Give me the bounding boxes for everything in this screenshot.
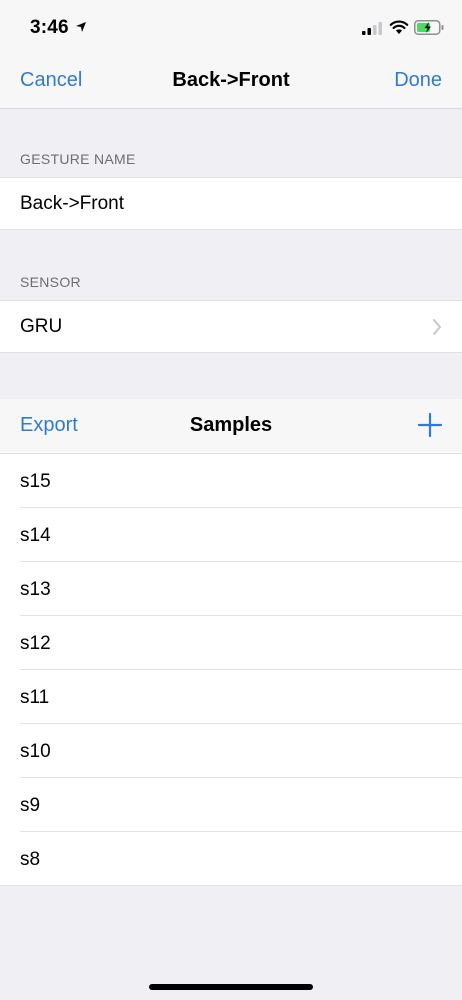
done-button[interactable]: Done	[394, 69, 442, 92]
samples-list: s15 s14 s13 s12 s11 s10 s9 s8	[0, 454, 462, 886]
sample-row[interactable]: s14	[0, 508, 462, 562]
sample-row[interactable]: s8	[0, 832, 462, 886]
sample-row[interactable]: s10	[0, 724, 462, 778]
sample-row[interactable]: s15	[0, 454, 462, 508]
sample-row[interactable]: s13	[0, 562, 462, 616]
sensor-cell[interactable]: GRU	[0, 300, 462, 353]
location-arrow-icon	[76, 22, 86, 32]
sample-label: s11	[20, 687, 50, 708]
gesture-name-cell[interactable]: Back->Front	[0, 177, 462, 230]
sample-row[interactable]: s11	[0, 670, 462, 724]
gesture-name-header: GESTURE NAME	[20, 151, 136, 167]
sensor-header: SENSOR	[20, 274, 81, 290]
sample-label: s8	[20, 849, 41, 870]
cancel-button[interactable]: Cancel	[20, 69, 82, 92]
sample-label: s13	[20, 579, 51, 600]
sample-label: s10	[20, 741, 51, 762]
add-sample-button[interactable]	[416, 411, 444, 439]
chevron-right-icon	[433, 319, 441, 335]
sensor-value: GRU	[20, 316, 63, 337]
export-button[interactable]: Export	[20, 414, 78, 437]
sample-label: s9	[20, 795, 41, 816]
sample-row[interactable]: s12	[0, 616, 462, 670]
cellular-signal-icon	[362, 22, 382, 35]
screen: 3:46 Cancel Back->Front Done GESTURE NAM…	[0, 0, 462, 1000]
sample-label: s15	[20, 471, 51, 492]
sample-label: s12	[20, 633, 51, 654]
sample-label: s14	[20, 525, 51, 546]
gesture-name-value[interactable]: Back->Front	[20, 193, 124, 215]
navigation-bar: Cancel Back->Front Done	[0, 50, 462, 109]
plus-icon	[417, 412, 443, 438]
status-time: 3:46	[30, 17, 69, 38]
home-indicator[interactable]	[149, 984, 313, 990]
sample-row[interactable]: s9	[0, 778, 462, 832]
wifi-icon	[389, 20, 409, 34]
samples-header: Export Samples	[0, 399, 462, 454]
status-bar: 3:46	[0, 0, 462, 50]
battery-charging-icon	[414, 20, 444, 35]
